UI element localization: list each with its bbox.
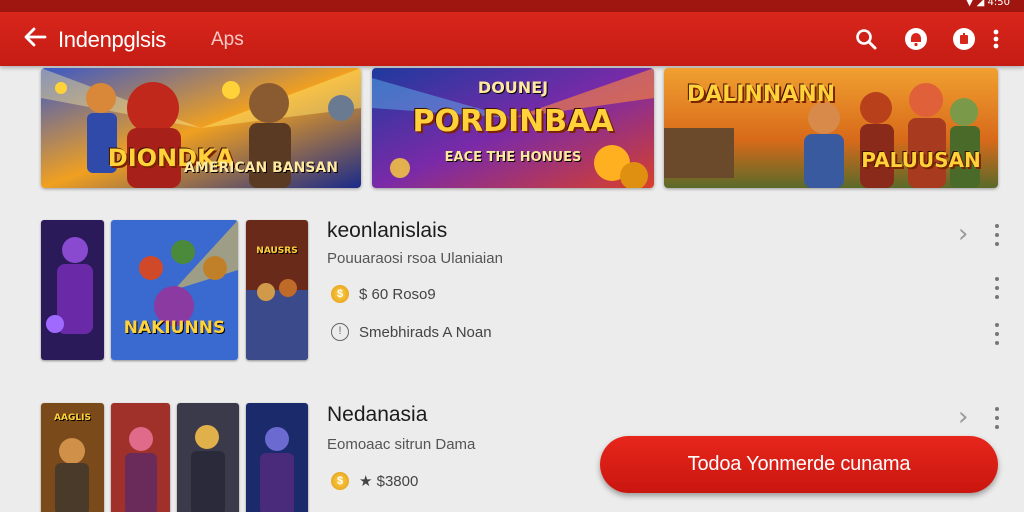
timer-icon: ! bbox=[331, 323, 349, 341]
time-meta: ! Smebhirads A Noan bbox=[331, 323, 492, 341]
app-title: Indenpglsis bbox=[58, 27, 166, 52]
search-icon[interactable] bbox=[852, 25, 880, 53]
list-item-subtitle: Eomoaac sitrun Dama bbox=[327, 436, 476, 453]
more-options-icon[interactable] bbox=[990, 224, 1004, 246]
status-bar: ▼ ◢ 4:50 bbox=[0, 0, 1024, 12]
list-item-title: keonlanislais bbox=[327, 219, 448, 242]
banner-tagline: EACE THE HONUES bbox=[444, 150, 582, 165]
app-bar: Indenpglsis Aps bbox=[0, 12, 1024, 66]
coin-icon: $ bbox=[331, 472, 349, 490]
list-item-title: Nedanasia bbox=[327, 403, 428, 426]
price-meta: $ ★ $3800 bbox=[331, 472, 418, 490]
primary-cta-button[interactable]: Todoa Yonmerde cunama bbox=[600, 436, 998, 493]
more-options-icon[interactable] bbox=[990, 277, 1004, 299]
thumbnail-title: AAGLIS bbox=[54, 413, 91, 423]
game-thumbnail: NAUSRS bbox=[246, 220, 308, 360]
chevron-right-icon[interactable]: › bbox=[958, 219, 968, 249]
banner-tagline: PALUUSAN bbox=[861, 148, 981, 172]
profile-icon[interactable] bbox=[950, 25, 978, 53]
banner-top-text: DOUNEJ bbox=[477, 78, 549, 97]
featured-banner[interactable]: DIONDKA AMERICAN BANSAN bbox=[41, 68, 361, 188]
thumbnail-title: NAUSRS bbox=[256, 246, 298, 256]
chevron-right-icon[interactable]: › bbox=[958, 402, 968, 432]
banner-tagline: AMERICAN BANSAN bbox=[184, 160, 338, 176]
list-item[interactable]: NAKIUNNS NAUSRS keonlanislais Pouuaraosi… bbox=[0, 219, 1024, 362]
more-vert-icon[interactable] bbox=[984, 25, 1008, 53]
coin-icon: $ bbox=[331, 285, 349, 303]
game-thumbnail: NAKIUNNS bbox=[111, 220, 238, 360]
featured-banner[interactable]: DOUNEJ PORDINBAA EACE THE HONUES bbox=[372, 68, 654, 188]
featured-banner[interactable]: DALINNANN PALUUSAN bbox=[664, 68, 998, 188]
thumbnail-title: NAKIUNNS bbox=[123, 318, 226, 338]
game-thumbnail: AAGLIS bbox=[41, 403, 104, 512]
price-text: ★ $3800 bbox=[359, 473, 419, 490]
game-thumbnail bbox=[111, 403, 170, 512]
time-text: Smebhirads A Noan bbox=[359, 323, 492, 341]
game-thumbnail bbox=[177, 403, 239, 512]
game-thumbnail bbox=[41, 220, 104, 360]
price-meta: $ $ 60 Roso9 bbox=[331, 285, 436, 303]
app-subtitle: Aps bbox=[211, 29, 244, 50]
banner-logo: DALINNANN bbox=[686, 82, 836, 107]
back-arrow-icon[interactable] bbox=[22, 24, 52, 54]
status-indicators: ▼ ◢ 4:50 bbox=[965, 0, 1010, 8]
more-options-icon[interactable] bbox=[990, 323, 1004, 345]
price-text: $ 60 Roso9 bbox=[359, 285, 436, 303]
list-item-subtitle: Pouuaraosi rsoa Ulaniaian bbox=[327, 250, 503, 267]
more-options-icon[interactable] bbox=[990, 407, 1004, 429]
notification-icon[interactable] bbox=[902, 25, 930, 53]
game-thumbnail bbox=[246, 403, 308, 512]
banner-logo: PORDINBAA bbox=[412, 104, 614, 139]
